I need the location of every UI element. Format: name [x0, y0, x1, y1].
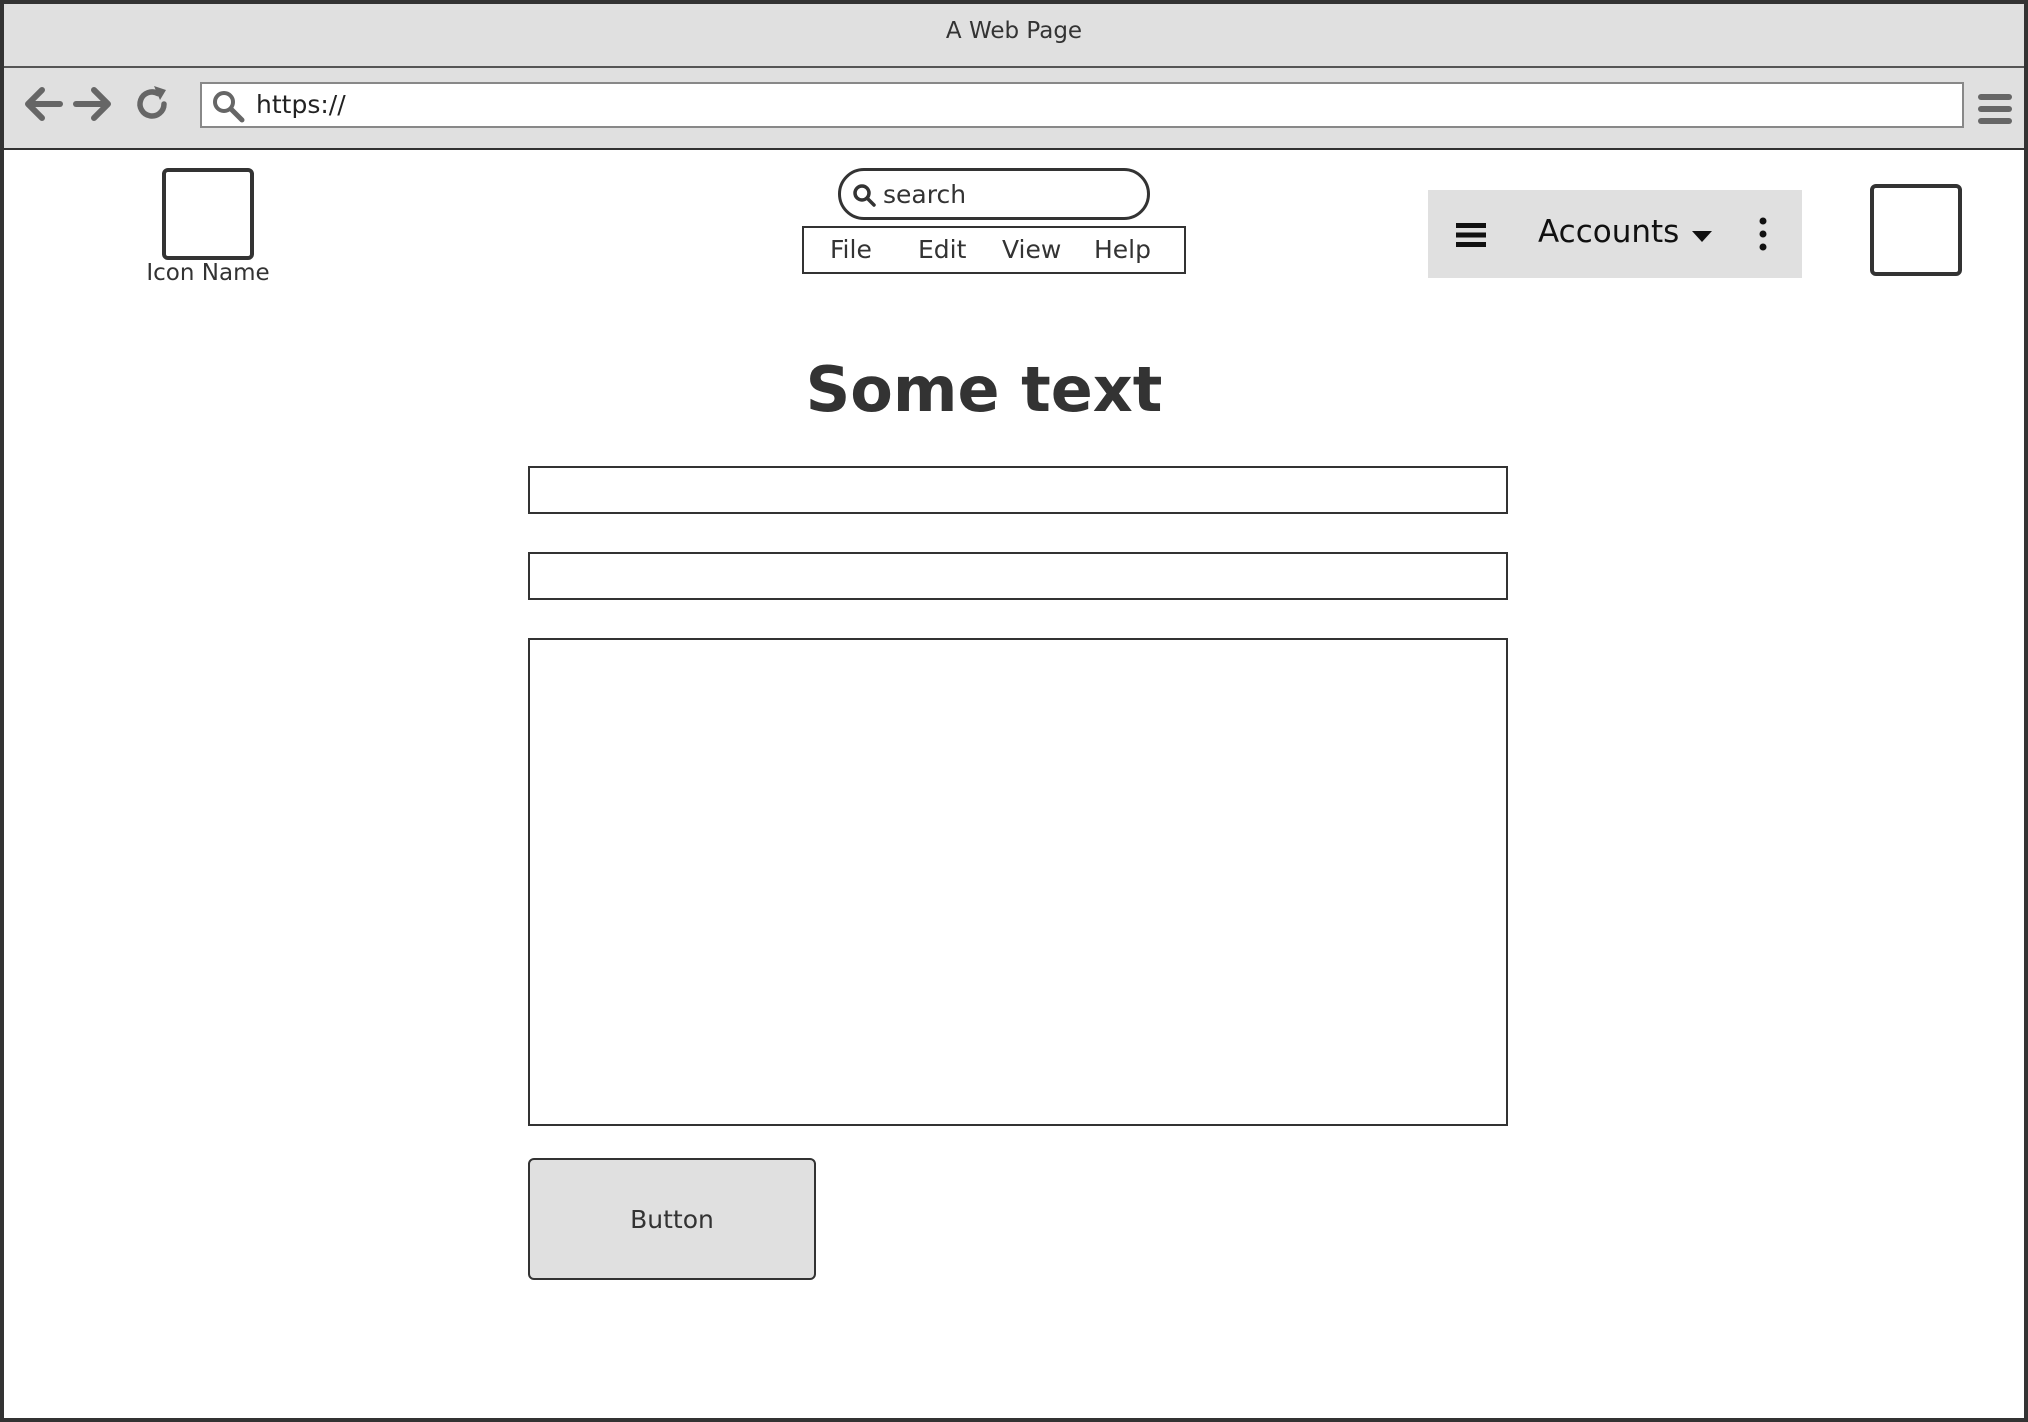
- reload-icon: [137, 86, 167, 119]
- address-bar[interactable]: [200, 82, 1964, 128]
- app-icon-placeholder[interactable]: [162, 168, 254, 260]
- accounts-toolbar: Accounts: [1428, 190, 1802, 278]
- avatar[interactable]: [1870, 184, 1962, 276]
- text-input-1[interactable]: [528, 466, 1508, 514]
- text-input-2[interactable]: [528, 552, 1508, 600]
- forward-button[interactable]: [70, 82, 114, 126]
- search-box[interactable]: [838, 168, 1150, 220]
- back-button[interactable]: [22, 82, 66, 126]
- accounts-dropdown-label[interactable]: Accounts: [1538, 190, 1679, 274]
- arrow-left-icon: [25, 87, 63, 121]
- page-title: Some text: [805, 353, 1163, 426]
- textarea[interactable]: [528, 638, 1508, 1126]
- menu-item-view[interactable]: View: [1002, 228, 1061, 272]
- arrow-right-icon: [73, 87, 111, 121]
- menu-item-edit[interactable]: Edit: [918, 228, 966, 272]
- browser-menu-button[interactable]: [1976, 90, 2014, 128]
- kebab-menu-icon: [1759, 217, 1767, 251]
- search-icon: [851, 182, 877, 208]
- window-title: A Web Page: [945, 18, 1083, 44]
- hamburger-menu-icon: [1978, 94, 2012, 124]
- menu-bar: File Edit View Help: [802, 226, 1186, 274]
- reload-button[interactable]: [130, 82, 174, 126]
- window-title-bar: A Web Page: [4, 4, 2024, 68]
- caret-down-icon[interactable]: [1690, 224, 1714, 248]
- app-icon-label: Icon Name: [146, 260, 270, 286]
- search-icon: [210, 88, 246, 124]
- browser-window: A Web Page https:// Icon Name search Fil…: [0, 0, 2028, 1422]
- hamburger-menu-icon: [1456, 223, 1486, 247]
- url-input[interactable]: [256, 84, 1936, 126]
- menu-item-help[interactable]: Help: [1094, 228, 1151, 272]
- menu-item-file[interactable]: File: [830, 228, 872, 272]
- search-input[interactable]: [883, 177, 1133, 211]
- browser-nav-bar: [4, 68, 2024, 150]
- submit-button[interactable]: Button: [528, 1158, 816, 1280]
- more-options-button[interactable]: [1754, 216, 1772, 252]
- toolbar-menu-button[interactable]: [1454, 218, 1488, 252]
